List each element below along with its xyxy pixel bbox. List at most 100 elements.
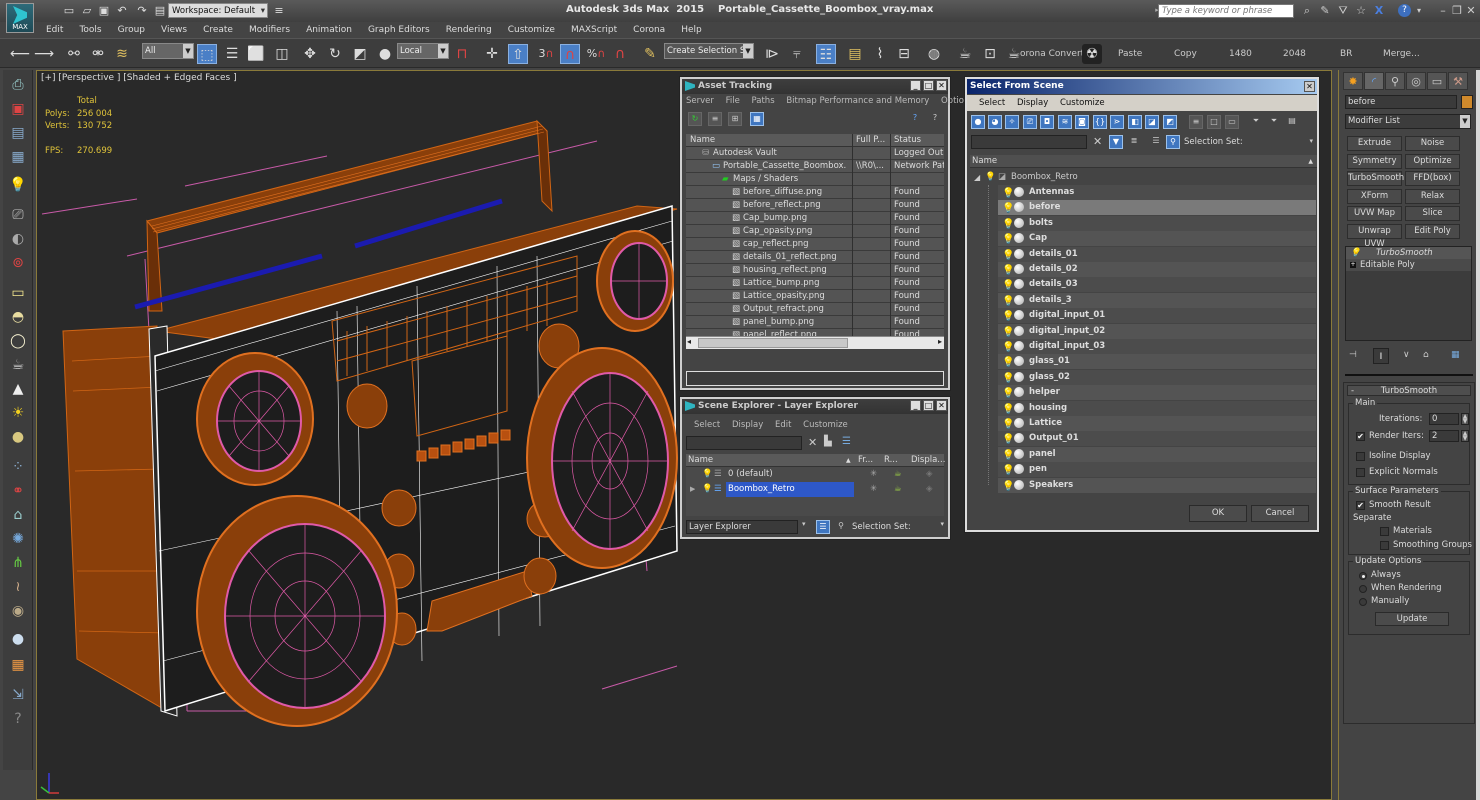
selection-filter-dropdown[interactable]: All ▼ [142,43,194,59]
video-camera-icon[interactable]: ⊚ [8,254,28,272]
modifier-button-xform[interactable]: XForm [1347,188,1402,204]
object-name-input[interactable]: before [1345,95,1457,109]
layer-explorer-icon[interactable]: ☷ [816,44,836,64]
light-bulb-icon[interactable]: 💡 [702,467,713,482]
modifier-button-edit-poly[interactable]: Edit Poly [1405,223,1460,239]
display-tab-icon[interactable]: ▭ [1427,72,1447,90]
menu-modifiers[interactable]: Modifiers [241,22,298,38]
named-selection-sets-dropdown[interactable]: Create Selection Se ▼ [664,43,754,59]
select-from-scene-titlebar[interactable]: Select From Scene ✕ [967,79,1317,94]
save-file-icon[interactable]: ▣ [97,4,111,17]
scene-object-row-selected[interactable]: 💡 before [998,200,1316,216]
close-icon[interactable]: ✕ [936,400,947,411]
camera-target-icon[interactable]: ◐ [8,230,28,248]
reference-coordinate-dropdown[interactable]: Local ▼ [397,43,449,59]
light-bulb-icon[interactable]: 💡 [702,482,713,497]
menu-edit[interactable]: Edit [38,22,71,38]
render-teapot-icon[interactable]: ☕ [894,482,902,497]
chevron-down-icon[interactable]: ▾ [802,520,806,528]
asset-row[interactable]: ▧ panel_bump.png Found [686,316,944,329]
workspace-dropdown[interactable]: Workspace: Default ▾ [168,3,268,18]
menu-file[interactable]: File [726,96,740,106]
asset-tracking-icon[interactable]: ⎙ [8,76,28,94]
minimize-icon[interactable]: _ [910,80,921,91]
tower-icon[interactable]: ⌂ [8,506,28,524]
rendered-frame-window-icon[interactable]: ⊡ [980,44,1000,64]
layer-explorer-titlebar[interactable]: Scene Explorer - Layer Explorer _ □ ✕ [682,399,948,414]
sun-icon[interactable]: ☀ [8,404,28,422]
layers-icon[interactable]: ☰ [1149,135,1163,149]
new-file-icon[interactable]: ▭ [62,4,76,17]
filter-lights-icon[interactable]: ✧ [1005,115,1019,129]
minimize-icon[interactable]: – [1436,4,1450,18]
col-name[interactable]: Name [690,134,715,147]
render-iters-checkbox[interactable]: ✔ [1356,432,1365,441]
modifier-button-unwrap-uvw[interactable]: Unwrap UVW [1347,223,1402,249]
open-file-icon[interactable]: ▱ [80,4,94,17]
select-and-scale-icon[interactable]: ◩ [350,44,370,64]
display-none-icon[interactable]: □ [1207,115,1221,129]
camera-icon[interactable]: ⎚ [8,206,28,224]
favorites-star-icon[interactable]: ☆ [1354,4,1368,18]
percent-snap-icon[interactable]: %∩ [586,44,606,64]
select-children-icon[interactable]: ▼ [1109,135,1123,149]
bind-space-warp-icon[interactable]: ≋ [112,44,132,64]
light-bulb-icon[interactable]: 💡 [1002,217,1014,232]
smoothing-groups-checkbox[interactable] [1380,541,1389,550]
script-button-merge[interactable]: Merge... [1383,49,1420,59]
selection-set-dropdown-icon[interactable]: ▾ [1309,137,1313,145]
pin-stack-icon[interactable]: ⊣ [1349,350,1357,360]
hierarchy-icon[interactable]: ⚲ [834,520,848,534]
help-dropdown-icon[interactable]: ▾ [1412,4,1426,18]
unlink-selection-icon[interactable]: ⚮ [88,44,108,64]
object-color-swatch[interactable] [1461,95,1473,109]
filter-frozen-icon[interactable]: ◪ [1145,115,1159,129]
explicit-normals-checkbox[interactable] [1356,468,1365,477]
freeze-snowflake-icon[interactable]: ✳ [870,482,877,497]
light-bulb-icon[interactable]: 💡 [1002,248,1014,263]
scene-object-row[interactable]: 💡 glass_02 [998,369,1316,385]
light-bulb-icon[interactable]: 💡 [985,170,996,185]
filter-bones-icon[interactable]: ⋗ [1110,115,1124,129]
update-button[interactable]: Update [1375,612,1449,626]
light-bulb-icon[interactable]: 💡 [1002,479,1014,494]
display-all-icon[interactable]: ≡ [1189,115,1203,129]
binoculars-icon[interactable]: ⌕ [1300,4,1314,18]
find-case-icon[interactable]: ▤ [1285,115,1299,129]
spinner-snap-icon[interactable]: ∩ [610,44,630,64]
render-teapot-icon[interactable]: ☕ [894,467,902,482]
menu-tools[interactable]: Tools [71,22,109,38]
close-icon[interactable]: ✕ [1464,4,1478,18]
viewport-label[interactable]: [+] [Perspective ] [Shaded + Edged Faces… [41,73,237,83]
horizontal-scrollbar[interactable]: ◂ ▸ [686,336,944,349]
maximize-icon[interactable]: □ [923,80,934,91]
stack-item-editable-poly[interactable]: + Editable Poly [1346,259,1471,271]
render-frame-icon[interactable]: ▣ [8,100,28,118]
update-always-radio[interactable] [1359,572,1367,580]
teapot-light-icon[interactable]: ☕ [8,356,28,374]
scene-object-row[interactable]: 💡 glass_01 [998,354,1316,370]
scene-list-icon[interactable]: ▤ [8,124,28,142]
asset-row[interactable]: ▧ Output_refract.png Found [686,303,944,316]
remove-modifier-icon[interactable]: ⌂ [1423,350,1429,360]
light-bulb-icon[interactable]: 💡 [1002,186,1014,201]
modifier-button-ffd-box[interactable]: FFD(box) [1405,171,1460,186]
help-query-icon[interactable]: ? [908,112,922,126]
clear-search-icon[interactable]: ✕ [808,436,817,449]
fur-grass-icon[interactable]: ⋔ [8,554,28,572]
filter-containers-icon[interactable]: ◧ [1128,115,1142,129]
advanced-filter-icon[interactable]: ⏷ [1267,115,1281,129]
help-circle-icon[interactable]: ? [8,710,28,728]
scroll-left-icon[interactable]: ◂ [687,337,691,346]
align-icon[interactable]: ⫧ [787,44,807,64]
scene-object-row[interactable]: 💡 digital_input_01 [998,308,1316,324]
light-bulb-icon[interactable]: 💡 [1002,402,1014,417]
vray-icon[interactable]: ☢ [1082,44,1102,64]
project-folder-icon[interactable]: ▤ [153,4,167,17]
hierarchy-tab-icon[interactable]: ⚲ [1385,72,1405,90]
scene-object-row[interactable]: 💡 details_02 [998,262,1316,277]
hierarchy-icon[interactable]: ⚲ [1166,135,1180,149]
filter-groups-icon[interactable]: ◙ [1075,115,1089,129]
modifier-button-extrude[interactable]: Extrude [1347,136,1402,151]
corona-convert-button[interactable]: orona Convert [1020,49,1084,59]
